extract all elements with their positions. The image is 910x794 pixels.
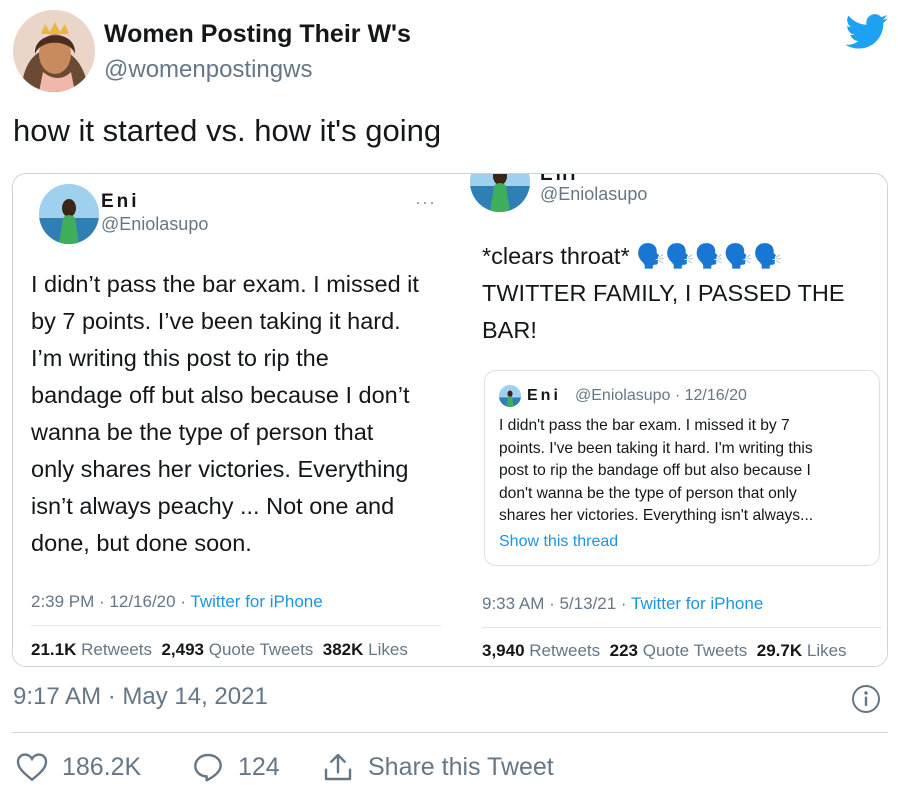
body-line: wanna be the type of person that [31, 419, 374, 445]
quote-count: 2,493 [161, 640, 204, 659]
eni-tweet-body: I didn’t pass the bar exam. I missed it … [31, 266, 451, 562]
twitter-bird-icon[interactable] [845, 14, 889, 50]
divider [482, 627, 882, 628]
body-line: isn’t always peachy ... Not one and [31, 493, 395, 519]
share-label: Share this Tweet [368, 752, 554, 781]
heart-icon [16, 753, 48, 782]
more-icon: ··· [415, 192, 436, 212]
body-line: I’m writing this post to rip the [31, 345, 329, 371]
eni-tweet-body: *clears throat* 🗣️🗣️🗣️🗣️🗣️ TWITTER FAMIL… [482, 238, 882, 349]
like-label: Likes [806, 641, 847, 660]
retweet-label: Retweets [81, 640, 152, 659]
quote-count: 223 [609, 641, 638, 660]
body-line: bandage off but also because I don’t [31, 382, 410, 408]
like-count: 186.2K [62, 752, 142, 781]
retweet-count: 21.1K [31, 640, 77, 659]
eni-tweet-time: 9:33 AM · 5/13/21 · [482, 594, 631, 613]
eni-handle: @Eniolasupo [540, 184, 648, 204]
eni-tweet-stats: 3,940 Retweets 223 Quote Tweets 29.7K Li… [482, 641, 847, 661]
quoted-body: I didn't pass the bar exam. I missed it … [499, 415, 871, 528]
like-count: 29.7K [756, 641, 803, 660]
tweet-text: how it started vs. how it's going [13, 113, 442, 148]
quoted-line: I didn't pass the bar exam. I missed it … [499, 417, 790, 434]
eni-tweet-meta: 9:33 AM · 5/13/21 · Twitter for iPhone [482, 594, 763, 614]
reply-icon [194, 753, 222, 782]
quote-label: Quote Tweets [208, 640, 314, 659]
retweet-label: Retweets [529, 641, 601, 660]
quoted-line: don't wanna be the type of person that o… [499, 484, 797, 502]
share-icon [324, 753, 352, 781]
eni-tweet-meta: 2:39 PM · 12/16/20 · Twitter for iPhone [31, 592, 323, 612]
eni-name: Eni [101, 191, 140, 212]
body-line: BAR! [482, 317, 537, 343]
body-line: I didn’t pass the bar exam. I missed it [31, 271, 419, 297]
quoted-handle-date: @Eniolasupo · 12/16/20 [575, 387, 747, 404]
body-line: done, but done soon. [31, 530, 252, 556]
screenshot-before: Eni @Eniolasupo ··· I didn’t pass the ba… [13, 174, 458, 666]
show-thread-link: Show this thread [499, 533, 619, 550]
divider [31, 625, 441, 626]
body-line: *clears throat* 🗣️🗣️🗣️🗣️🗣️ [482, 243, 783, 269]
eni-avatar [39, 184, 99, 244]
eni-tweet-client: Twitter for iPhone [631, 594, 764, 613]
quoted-name: Eni [527, 387, 561, 404]
author-handle[interactable]: @womenpostingws [104, 56, 312, 84]
quoted-line: points. I've been taking it hard. I'm wr… [499, 439, 813, 457]
quote-label: Quote Tweets [642, 641, 748, 660]
author-name[interactable]: Women Posting Their W's [104, 20, 411, 49]
reply-button[interactable]: 124 [192, 752, 280, 782]
tweet-media[interactable]: Eni @Eniolasupo ··· I didn’t pass the ba… [12, 173, 888, 667]
eni-avatar [470, 174, 530, 212]
tweet-timestamp[interactable]: 9:17 AM · May 14, 2021 [13, 683, 268, 711]
quoted-line: post to rip the bandage off but also bec… [499, 462, 811, 479]
like-button[interactable]: 186.2K [16, 752, 141, 782]
eni-tweet-stats: 21.1K Retweets 2,493 Quote Tweets 382K L… [31, 640, 408, 660]
reply-count: 124 [238, 752, 280, 781]
quoted-line: shares her victories. Everything isn't a… [499, 507, 814, 524]
author-avatar[interactable] [13, 10, 95, 92]
eni-tweet-client: Twitter for iPhone [190, 592, 323, 611]
quoted-avatar [499, 385, 521, 407]
divider [12, 732, 888, 733]
eni-handle: @Eniolasupo [101, 214, 209, 234]
like-label: Likes [368, 640, 408, 659]
eni-tweet-time: 2:39 PM · 12/16/20 · [31, 592, 191, 611]
body-line: TWITTER FAMILY, I PASSED THE [482, 280, 845, 306]
screenshot-after: Eni @Eniolasupo *clears throat* 🗣️🗣️🗣️🗣️… [458, 174, 887, 666]
retweet-count: 3,940 [482, 641, 525, 660]
info-icon[interactable] [851, 684, 881, 714]
body-line: by 7 points. I’ve been taking it hard. [31, 308, 401, 334]
share-button[interactable]: Share this Tweet [322, 752, 554, 782]
like-count: 382K [322, 640, 364, 659]
body-line: only shares her victories. Everything [31, 456, 409, 482]
quoted-tweet: Eni @Eniolasupo · 12/16/20 I didn't pass… [484, 370, 880, 566]
